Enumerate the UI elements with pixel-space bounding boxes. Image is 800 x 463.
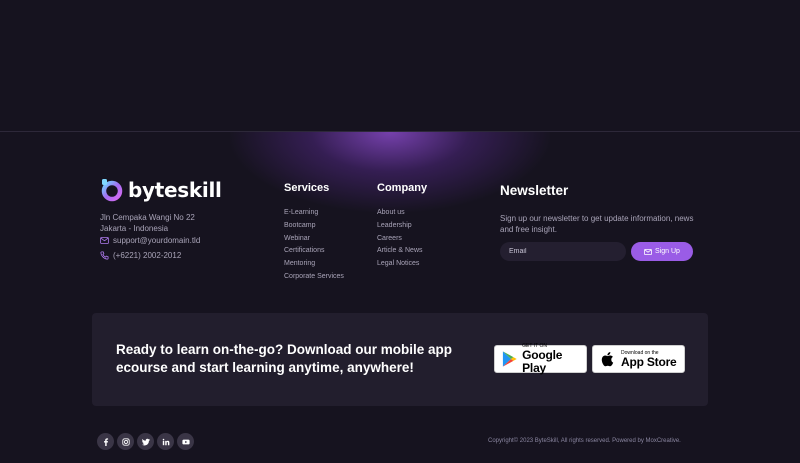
copyright-text: Copyright© 2023 ByteSkill, All rights re… [488, 438, 681, 444]
brand-name: byteskill [128, 178, 222, 202]
services-list: E-Learning Bootcamp Webinar Certificatio… [284, 207, 344, 284]
google-play-button[interactable]: GET IT ON Google Play [494, 343, 587, 375]
contact-phone[interactable]: (+6221) 2002-2012 [100, 251, 181, 260]
signup-button[interactable]: Sign Up [631, 242, 693, 261]
newsletter-email-input[interactable] [500, 242, 626, 261]
hero-background [0, 0, 800, 131]
section-divider [0, 131, 800, 132]
app-download-text: Ready to learn on-the-go? Download our m… [116, 342, 453, 375]
company-link-legal[interactable]: Legal Notices [377, 258, 423, 271]
youtube-link[interactable] [177, 433, 194, 450]
instagram-link[interactable] [117, 433, 134, 450]
instagram-icon [121, 437, 130, 446]
services-link-mentoring[interactable]: Mentoring [284, 258, 344, 271]
social-links [97, 433, 197, 450]
app-store-button[interactable]: Download on the App Store [592, 345, 685, 373]
linkedin-icon [162, 438, 169, 445]
apple-icon [601, 352, 614, 367]
mail-icon [644, 248, 652, 255]
facebook-icon [103, 437, 108, 446]
newsletter-title: Newsletter [500, 183, 569, 198]
app-store-label: App Store [621, 354, 677, 369]
brand-logo-link[interactable]: byteskill [100, 178, 222, 202]
signup-label: Sign Up [655, 248, 680, 255]
purple-glow [230, 132, 550, 212]
phone-text: (+6221) 2002-2012 [113, 251, 182, 260]
address: Jln Cempaka Wangi No 22 Jakarta - Indone… [100, 212, 195, 234]
twitter-link[interactable] [137, 433, 154, 450]
byteskill-logo-icon [100, 178, 124, 202]
company-link-leadership[interactable]: Leadership [377, 220, 423, 233]
email-text: support@yourdomain.tld [113, 236, 201, 245]
mail-icon [100, 237, 109, 244]
linkedin-link[interactable] [157, 433, 174, 450]
services-link-certifications[interactable]: Certifications [284, 245, 344, 258]
facebook-link[interactable] [97, 433, 114, 450]
address-line-1: Jln Cempaka Wangi No 22 [100, 213, 195, 222]
company-list: About us Leadership Careers Article & Ne… [377, 207, 423, 271]
services-title: Services [284, 182, 330, 194]
contact-email[interactable]: support@yourdomain.tld [100, 236, 200, 245]
address-line-2: Jakarta - Indonesia [100, 224, 169, 233]
youtube-icon [181, 439, 190, 444]
company-link-about[interactable]: About us [377, 207, 423, 220]
newsletter-description: Sign up our newsletter to get update inf… [500, 214, 694, 234]
company-link-articles[interactable]: Article & News [377, 245, 423, 258]
company-title: Company [377, 182, 428, 194]
services-link-bootcamp[interactable]: Bootcamp [284, 220, 344, 233]
services-link-corporate[interactable]: Corporate Services [284, 271, 344, 284]
company-link-careers[interactable]: Careers [377, 233, 423, 246]
phone-icon [100, 251, 109, 260]
services-link-e-learning[interactable]: E-Learning [284, 207, 344, 220]
twitter-icon [141, 438, 150, 445]
google-play-icon [502, 351, 517, 367]
google-play-label: Google Play [522, 348, 563, 375]
services-link-webinar[interactable]: Webinar [284, 233, 344, 246]
